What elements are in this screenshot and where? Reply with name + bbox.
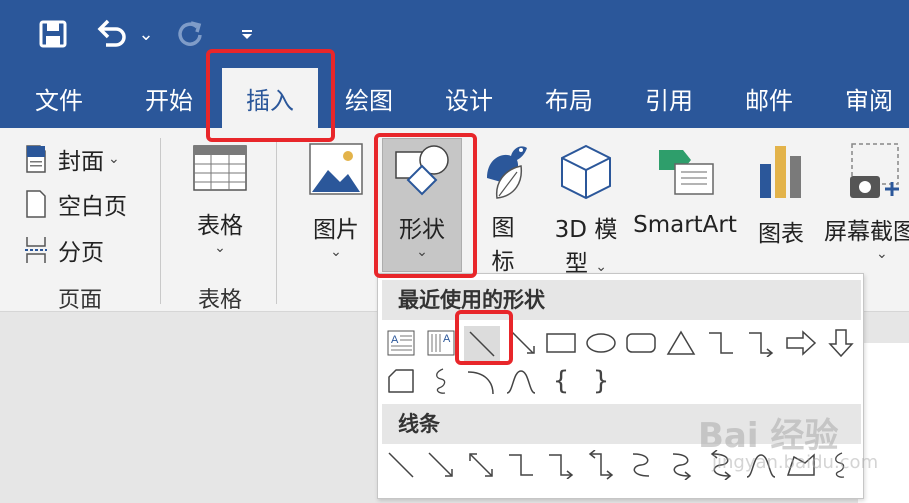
highlight-line-shape xyxy=(455,310,513,365)
curved-connector-icon[interactable] xyxy=(624,448,658,482)
page-break-icon xyxy=(25,237,47,263)
separator xyxy=(276,138,277,304)
arc-icon[interactable] xyxy=(464,364,498,398)
elbow-connector-icon[interactable] xyxy=(504,448,538,482)
table-caret: ⌄ xyxy=(214,240,226,256)
picture-icon xyxy=(309,143,363,195)
3d-models-button[interactable]: 3D 模 型 ⌄ xyxy=(548,142,624,278)
curve-icon[interactable] xyxy=(504,364,538,398)
rectangle-icon[interactable] xyxy=(544,326,578,360)
rounded-rectangle-icon[interactable] xyxy=(624,326,658,360)
screenshot-caret: ⌄ xyxy=(876,246,888,262)
customize-caret-icon[interactable] xyxy=(234,14,260,54)
vertical-text-box-icon[interactable]: A xyxy=(424,326,458,360)
blank-page-button[interactable]: 空白页 xyxy=(24,187,127,221)
icons-button[interactable]: 图 标 xyxy=(470,138,536,276)
tab-home[interactable]: 开始 xyxy=(126,68,212,128)
flowchart-card-icon[interactable] xyxy=(384,364,418,398)
highlight-insert-tab xyxy=(206,49,335,142)
baidu-watermark: Bai 经验 xyxy=(698,416,839,456)
oval-icon[interactable] xyxy=(584,326,618,360)
chart-label: 图表 xyxy=(758,221,804,247)
icons-label-line1: 图 xyxy=(491,215,515,241)
baidu-watermark-url: jingyan.baidu.com xyxy=(712,452,879,473)
svg-text:A: A xyxy=(391,334,399,346)
right-arrow-icon[interactable] xyxy=(784,326,818,360)
picture-label: 图片 xyxy=(313,217,359,243)
cover-page-button[interactable]: 封面 ⌄ xyxy=(24,142,120,176)
picture-button[interactable]: 图片 ⌄ xyxy=(298,142,374,260)
tab-layout[interactable]: 布局 xyxy=(526,68,612,128)
table-label: 表格 xyxy=(197,213,243,239)
recent-shapes-header: 最近使用的形状 xyxy=(382,280,861,320)
save-icon[interactable] xyxy=(36,14,70,54)
3d-models-label-line1: 3D 模 xyxy=(554,217,618,243)
smartart-icon xyxy=(659,150,714,195)
icons-icon xyxy=(487,146,527,199)
triangle-icon[interactable] xyxy=(664,326,698,360)
cover-page-label: 封面 xyxy=(58,149,104,175)
chart-button[interactable]: 图表 xyxy=(748,142,814,248)
highlight-shapes-button xyxy=(374,133,477,278)
separator xyxy=(160,138,161,304)
curved-arrow-connector-icon[interactable] xyxy=(664,448,698,482)
elbow-connector-icon[interactable] xyxy=(704,326,738,360)
freeform-scribble-icon[interactable] xyxy=(424,364,458,398)
table-button[interactable]: 表格 ⌄ xyxy=(178,142,262,256)
tab-draw[interactable]: 绘图 xyxy=(326,68,412,128)
elbow-arrow-connector-icon[interactable] xyxy=(544,448,578,482)
tab-design[interactable]: 设计 xyxy=(426,68,512,128)
undo-dropdown-caret[interactable]: ⌄ xyxy=(136,14,156,54)
undo-icon[interactable] xyxy=(94,14,130,54)
screenshot-label: 屏幕截图 xyxy=(824,219,909,245)
elbow-arrow-connector-icon[interactable] xyxy=(744,326,778,360)
line-icon[interactable] xyxy=(384,448,418,482)
table-icon xyxy=(193,145,247,191)
elbow-double-arrow-connector-icon[interactable] xyxy=(584,448,618,482)
tab-mailings[interactable]: 邮件 xyxy=(726,68,812,128)
tab-references[interactable]: 引用 xyxy=(626,68,712,128)
line-arrow-icon[interactable] xyxy=(424,448,458,482)
page-break-button[interactable]: 分页 xyxy=(24,233,104,267)
right-brace-icon[interactable]: } xyxy=(584,364,618,398)
cover-page-icon xyxy=(26,145,46,173)
text-box-icon[interactable]: A xyxy=(384,326,418,360)
page-break-label: 分页 xyxy=(58,240,104,266)
tab-file[interactable]: 文件 xyxy=(16,68,102,128)
blank-page-label: 空白页 xyxy=(58,194,127,220)
blank-page-icon xyxy=(26,190,46,218)
document-page[interactable] xyxy=(858,343,909,503)
left-brace-icon[interactable]: { xyxy=(544,364,578,398)
redo-icon[interactable] xyxy=(172,14,208,54)
chart-icon xyxy=(760,146,801,198)
icons-label-line2: 标 xyxy=(491,249,515,275)
table-group-label: 表格 xyxy=(197,288,242,313)
tab-review[interactable]: 审阅 xyxy=(826,68,909,128)
down-arrow-icon[interactable] xyxy=(824,326,858,360)
pages-group-label: 页面 xyxy=(57,288,102,313)
screenshot-icon xyxy=(850,143,899,198)
smartart-button[interactable]: SmartArt xyxy=(630,142,740,238)
smartart-label: SmartArt xyxy=(633,212,737,238)
3d-cube-icon xyxy=(561,144,611,200)
cover-page-caret: ⌄ xyxy=(108,151,120,167)
svg-text:A: A xyxy=(443,333,451,345)
picture-caret: ⌄ xyxy=(330,244,342,260)
screenshot-button[interactable]: 屏幕截图 ⌄ xyxy=(824,142,909,262)
double-arrow-line-icon[interactable] xyxy=(464,448,498,482)
